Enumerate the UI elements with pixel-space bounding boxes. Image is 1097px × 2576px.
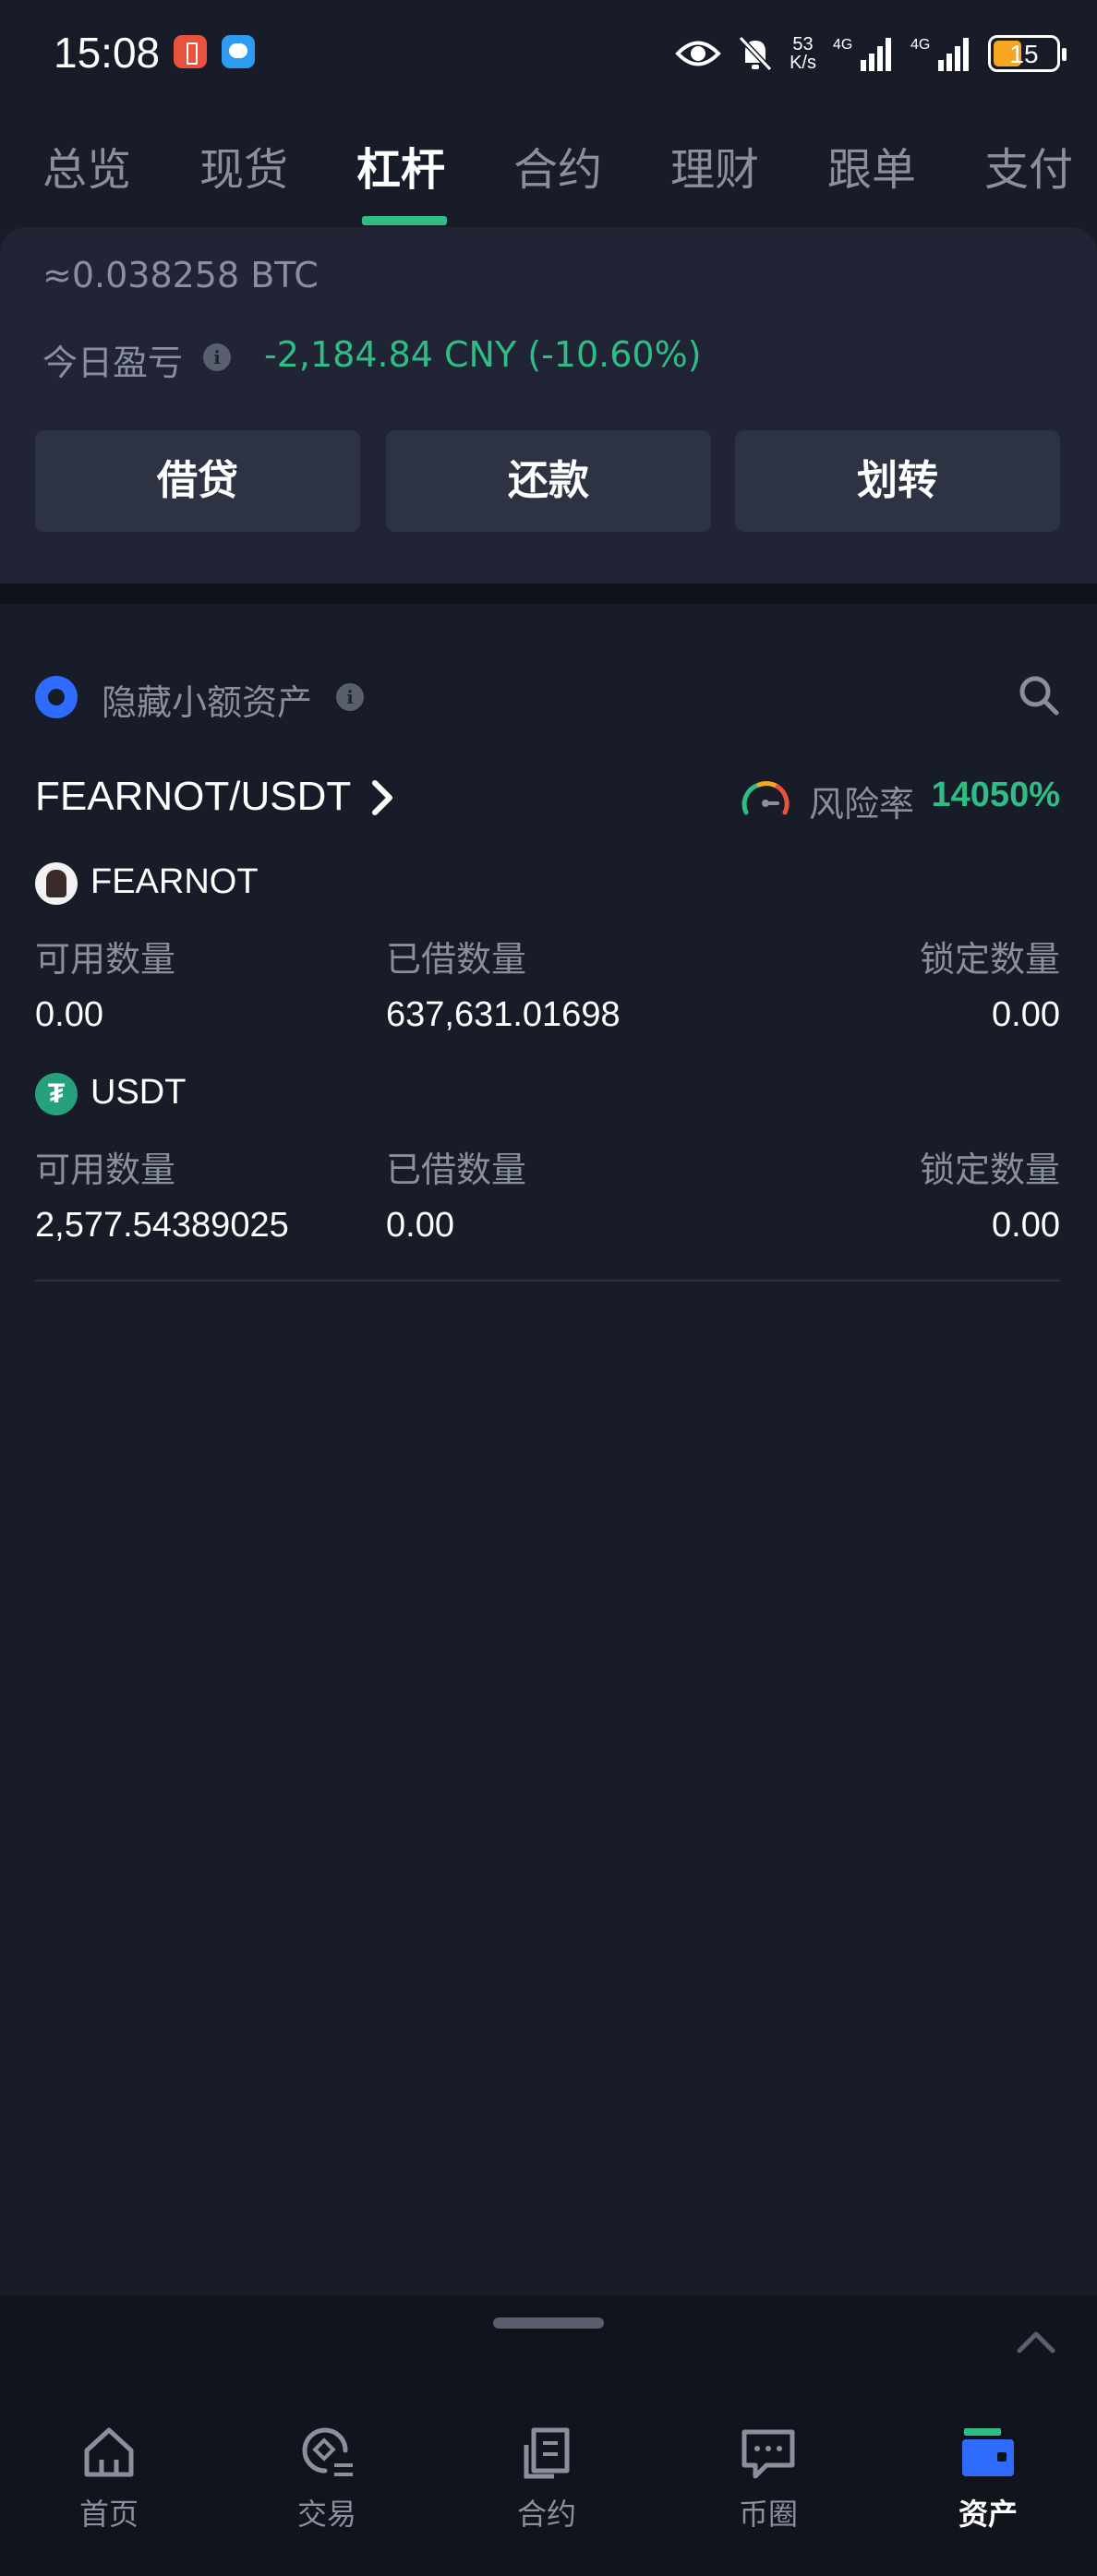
drag-handle[interactable] (493, 2317, 604, 2329)
fearnot-coin-icon (35, 862, 78, 905)
nav-community[interactable]: 币圈 (694, 2423, 842, 2543)
available-label: 可用数量 (35, 1150, 176, 1190)
network-speed: 53 K/s (790, 35, 816, 72)
signal-icon-2: 4G (910, 34, 971, 73)
active-tab-indicator (362, 216, 447, 225)
message-notification-icon (222, 35, 255, 68)
tab-overview[interactable]: 总览 (42, 133, 131, 198)
speed-value: 53 (792, 34, 814, 54)
nav-label: 首页 (78, 2497, 139, 2532)
bottom-navigation: 首页 交易 合约 币圈 资产 (0, 2295, 1097, 2576)
nav-label: 资产 (958, 2497, 1018, 2532)
signal-icon: 4G (833, 34, 894, 73)
hide-small-info-icon[interactable]: i (336, 683, 364, 711)
trade-icon (302, 2427, 353, 2476)
risk-gauge-icon (741, 777, 790, 824)
tab-copy-trading[interactable]: 跟单 (827, 133, 916, 198)
locked-label: 锁定数量 (919, 939, 1060, 980)
nav-home[interactable]: 首页 (35, 2423, 183, 2543)
eye-icon (675, 38, 721, 69)
tab-pay[interactable]: 支付 (984, 133, 1073, 198)
battery-tip (1062, 48, 1067, 61)
home-icon (84, 2427, 134, 2477)
usdt-coin-icon: ₮ (35, 1073, 78, 1115)
pnl-info-icon[interactable]: i (203, 343, 231, 371)
tab-futures[interactable]: 合约 (513, 133, 602, 198)
nav-assets[interactable]: 资产 (914, 2423, 1062, 2543)
pair-name[interactable]: FEARNOT/USDT (35, 774, 351, 820)
coin-row-fearnot: FEARNOT 可用数量 已借数量 锁定数量 0.00 637,631.0169… (0, 862, 1097, 1075)
speed-unit: K/s (790, 53, 816, 73)
contract-icon (524, 2427, 570, 2479)
asset-tabs: 总览 现货 杠杆 合约 理财 跟单 支付 (0, 129, 1097, 231)
trading-pair-row[interactable]: FEARNOT/USDT 风险率 14050% (0, 766, 1097, 831)
app-notification-icon (174, 35, 207, 68)
status-bar: 15:08 53 K/s 4G 4G 15 (0, 0, 1097, 106)
asset-filter-row: 隐藏小额资产 i (0, 665, 1097, 729)
battery-icon: 15 (988, 35, 1067, 72)
search-icon[interactable] (1018, 674, 1060, 720)
tab-earn[interactable]: 理财 (670, 133, 759, 198)
margin-summary-card: ≈0.038258 BTC 今日盈亏 i -2,184.84 CNY (-10.… (0, 227, 1097, 584)
available-value: 0.00 (35, 995, 103, 1034)
today-pnl-label: 今日盈亏 (42, 343, 184, 383)
margin-assets-page: 15:08 53 K/s 4G 4G 15 总览 现货 杠杆 合约 理财 跟单 … (0, 0, 1097, 2576)
tab-spot[interactable]: 现货 (199, 133, 288, 198)
tab-margin[interactable]: 杠杆 (356, 133, 445, 198)
mute-bell-icon (738, 35, 773, 72)
borrowed-label: 已借数量 (386, 939, 527, 980)
risk-rate-value: 14050% (931, 776, 1060, 814)
network-type-2: 4G (910, 37, 930, 53)
section-divider (0, 584, 1097, 604)
chevron-right-icon[interactable] (369, 779, 395, 820)
nav-label: 币圈 (738, 2497, 798, 2532)
wallet-icon (962, 2428, 1014, 2476)
nav-contract[interactable]: 合约 (473, 2423, 621, 2543)
risk-rate-label: 风险率 (809, 784, 915, 825)
list-divider (35, 1280, 1060, 1282)
hide-small-assets-radio[interactable] (35, 676, 78, 718)
locked-value: 0.00 (992, 995, 1060, 1034)
locked-label: 锁定数量 (919, 1150, 1060, 1190)
borrow-button[interactable]: 借贷 (35, 430, 360, 532)
network-type-1: 4G (833, 37, 852, 53)
transfer-button[interactable]: 划转 (735, 430, 1060, 532)
chat-icon (741, 2429, 795, 2479)
nav-label: 合约 (516, 2497, 576, 2532)
btc-equivalent: ≈0.038258 BTC (42, 255, 319, 295)
available-value: 2,577.54389025 (35, 1206, 289, 1245)
today-pnl-value: -2,184.84 CNY (-10.60%) (264, 334, 702, 375)
available-label: 可用数量 (35, 939, 176, 980)
coin-name: USDT (90, 1073, 187, 1112)
chevron-up-icon[interactable] (1016, 2329, 1056, 2358)
status-time: 15:08 (54, 29, 161, 77)
status-icons: 53 K/s 4G 4G 15 (675, 28, 1067, 79)
borrowed-label: 已借数量 (386, 1150, 527, 1190)
nav-trade[interactable]: 交易 (253, 2423, 401, 2543)
borrowed-value: 637,631.01698 (386, 995, 621, 1034)
coin-name: FEARNOT (90, 862, 259, 901)
locked-value: 0.00 (992, 1206, 1060, 1245)
repay-button[interactable]: 还款 (386, 430, 711, 532)
nav-label: 交易 (296, 2497, 356, 2532)
hide-small-assets-label[interactable]: 隐藏小额资产 (102, 674, 312, 725)
coin-row-usdt: ₮ USDT 可用数量 已借数量 锁定数量 2,577.54389025 0.0… (0, 1073, 1097, 1285)
battery-level: 15 (1009, 40, 1039, 68)
borrowed-value: 0.00 (386, 1206, 454, 1245)
